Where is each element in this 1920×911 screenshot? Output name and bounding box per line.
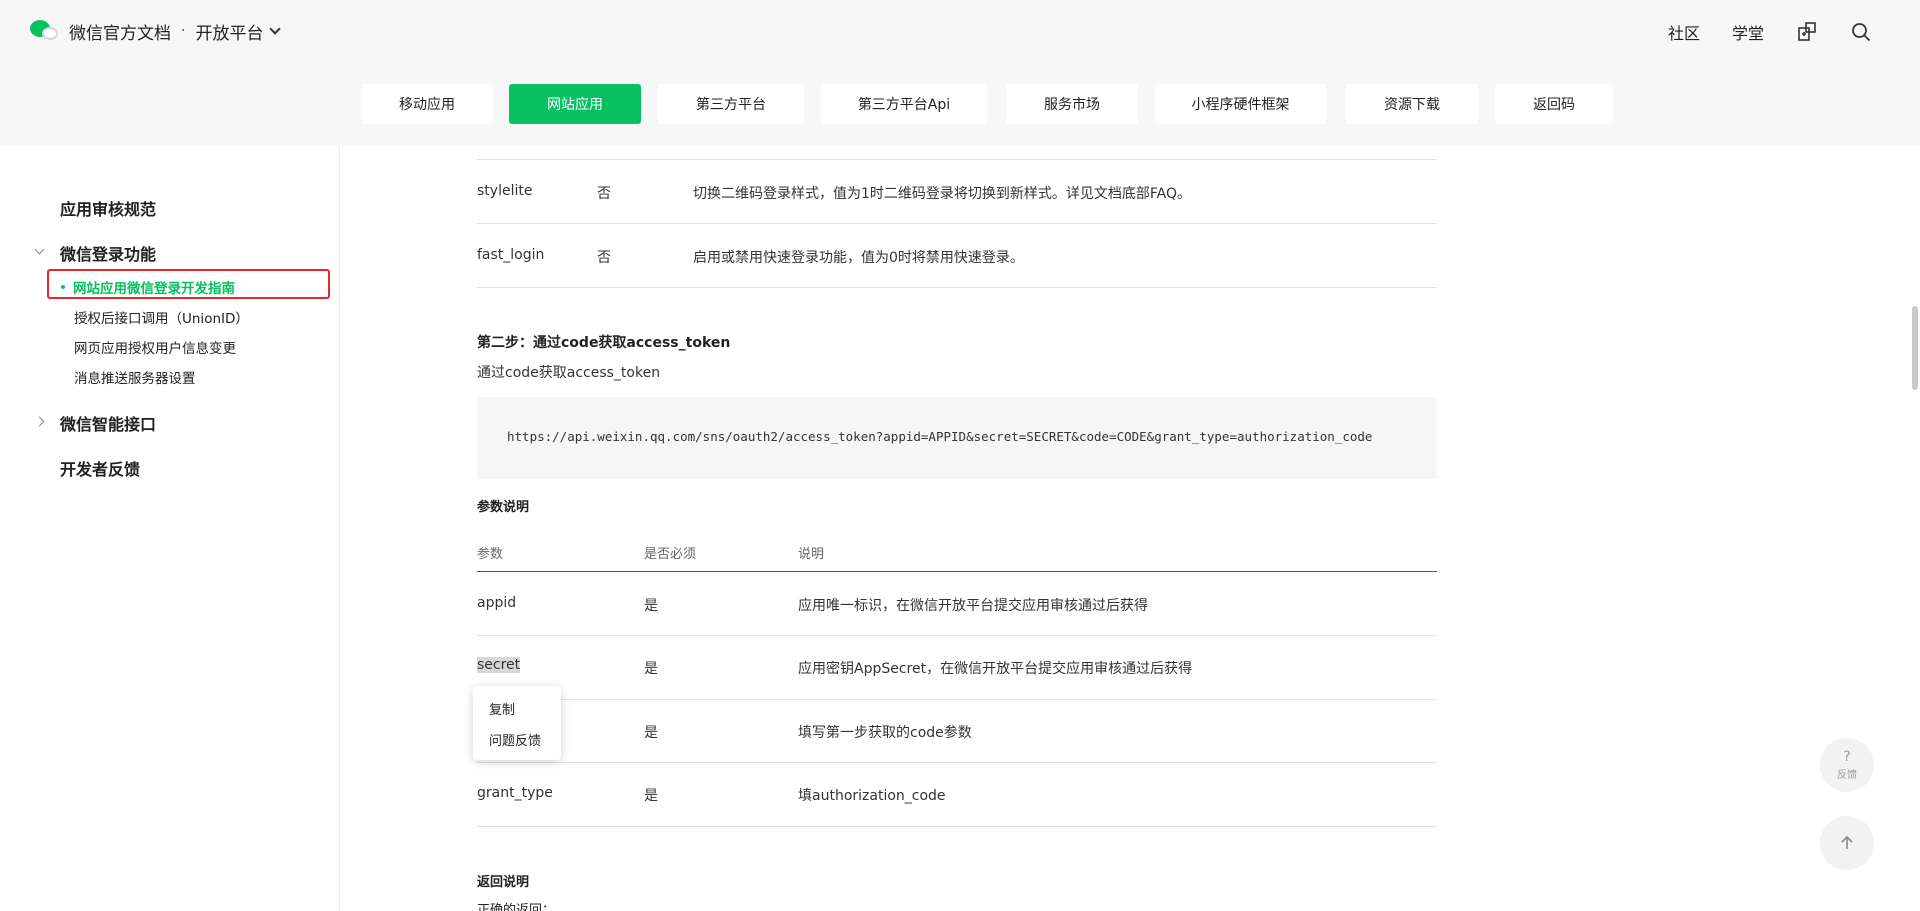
param-desc: 切换二维码登录样式，值为1时二维码登录将切换到新样式。详见文档底部FAQ。 [693, 186, 1192, 202]
feedback-label: 反馈 [1837, 769, 1857, 781]
tab-mobile-app[interactable]: 移动应用 [361, 84, 493, 124]
access-token-url[interactable]: https://api.weixin.qq.com/sns/oauth2/acc… [507, 429, 1372, 444]
return-partial-text: 正确的返回： [477, 903, 556, 911]
sidebar-item-push-server[interactable]: 消息推送服务器设置 [74, 367, 196, 387]
param-required: 是 [644, 725, 658, 741]
step2-subtitle: 通过code获取access_token [477, 365, 661, 381]
param-desc: 填authorization_code [798, 788, 946, 804]
sidebar-item-user-info-change[interactable]: 网页应用授权用户信息变更 [74, 337, 236, 357]
param-desc: 应用密钥AppSecret，在微信开放平台提交应用审核通过后获得 [798, 661, 1193, 677]
param-required: 是 [644, 661, 658, 677]
param-name: stylelite [477, 183, 533, 199]
table-row: 是 填写第一步获取的code参数 [477, 700, 1437, 763]
feedback-button[interactable]: ? 反馈 [1820, 738, 1874, 792]
wechat-logo-icon [30, 18, 60, 44]
sidebar: 应用审核规范 微信登录功能 网站应用微信登录开发指南 授权后接口调用（Union… [0, 146, 340, 911]
sidebar-group-smart-api[interactable]: 微信智能接口 [60, 411, 156, 435]
return-section-title: 返回说明 [477, 875, 530, 890]
brand-separator: · [181, 23, 186, 39]
search-icon[interactable] [1850, 21, 1872, 43]
context-menu: 复制 问题反馈 [473, 686, 561, 760]
param-name: appid [477, 595, 517, 611]
nav-community[interactable]: 社区 [1668, 20, 1700, 44]
platform-dropdown[interactable]: 开放平台 [195, 19, 282, 44]
scrollbar-thumb[interactable] [1912, 306, 1918, 390]
param-desc: 启用或禁用快速登录功能，值为0时将禁用快速登录。 [693, 250, 1024, 266]
sidebar-item-review[interactable]: 应用审核规范 [60, 196, 156, 220]
chevron-down-icon[interactable] [34, 244, 45, 255]
param-desc: 应用唯一标识，在微信开放平台提交应用审核通过后获得 [798, 598, 1148, 614]
nav-academy[interactable]: 学堂 [1732, 20, 1764, 44]
table-header: 参数 是否必须 说明 [477, 529, 1437, 572]
platform-label[interactable]: 开放平台 [195, 19, 263, 44]
chevron-right-icon[interactable] [34, 416, 45, 427]
table-row: stylelite 否 切换二维码登录样式，值为1时二维码登录将切换到新样式。详… [477, 160, 1437, 224]
sidebar-item-active[interactable]: 网站应用微信登录开发指南 [61, 277, 235, 297]
sidebar-group-login[interactable]: 微信登录功能 [60, 241, 156, 265]
table-row-hidden [477, 0, 1437, 160]
param-name-selected[interactable]: secret [477, 657, 521, 673]
active-dot-icon [61, 285, 65, 289]
brand[interactable]: 微信官方文档 · 开放平台 [30, 18, 282, 44]
brand-title[interactable]: 微信官方文档 [69, 19, 171, 44]
param-required: 是 [644, 788, 658, 804]
chevron-down-icon[interactable] [269, 23, 282, 35]
tab-return-codes[interactable]: 返回码 [1495, 84, 1613, 124]
header-required: 是否必须 [644, 547, 697, 562]
param-desc: 填写第一步获取的code参数 [798, 725, 972, 741]
sidebar-item-feedback[interactable]: 开发者反馈 [60, 456, 140, 480]
params-section-title: 参数说明 [477, 500, 530, 515]
back-to-top-button[interactable] [1820, 816, 1874, 870]
question-icon: ? [1843, 748, 1851, 765]
sidebar-item-web-login-guide[interactable]: 网站应用微信登录开发指南 [73, 277, 235, 297]
step2-title: 第二步：通过code获取access_token [477, 335, 731, 351]
sidebar-item-unionid[interactable]: 授权后接口调用（UnionID） [74, 307, 249, 327]
table-row: secret 是 应用密钥AppSecret，在微信开放平台提交应用审核通过后获… [477, 636, 1437, 700]
param-required: 否 [597, 186, 611, 202]
param-required: 否 [597, 250, 611, 266]
code-block[interactable]: https://api.weixin.qq.com/sns/oauth2/acc… [477, 397, 1437, 479]
table-row: grant_type 是 填authorization_code [477, 763, 1437, 827]
header-param: 参数 [477, 547, 504, 562]
menu-item-report[interactable]: 问题反馈 [489, 730, 541, 749]
header-actions: 社区 学堂 [1668, 20, 1872, 44]
extension-icon[interactable] [1796, 21, 1818, 43]
table-row: fast_login 否 启用或禁用快速登录功能，值为0时将禁用快速登录。 [477, 224, 1437, 288]
header-desc: 说明 [798, 547, 825, 562]
param-required: 是 [644, 598, 658, 614]
param-name: grant_type [477, 785, 553, 801]
param-name: fast_login [477, 247, 545, 263]
arrow-up-icon [1841, 835, 1853, 849]
table-row: appid 是 应用唯一标识，在微信开放平台提交应用审核通过后获得 [477, 573, 1437, 636]
menu-item-copy[interactable]: 复制 [489, 699, 515, 718]
